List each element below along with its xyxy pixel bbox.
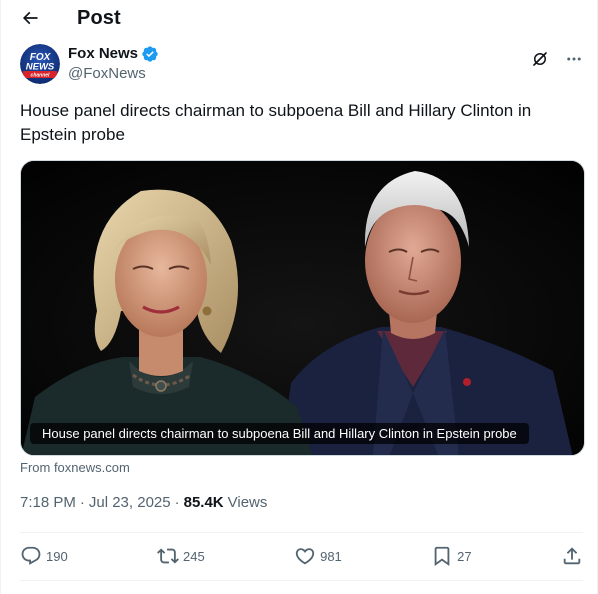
author-handle[interactable]: @FoxNews xyxy=(68,64,159,84)
share-icon xyxy=(563,547,581,565)
meta-separator: · xyxy=(174,494,180,511)
post-date[interactable]: Jul 23, 2025 xyxy=(89,494,171,511)
author-row: FOX NEWS channel Fox News @FoxNews xyxy=(20,44,585,88)
author-actions xyxy=(529,48,585,70)
avatar[interactable]: FOX NEWS channel xyxy=(20,44,60,84)
post-text: House panel directs chairman to subpoena… xyxy=(20,101,532,144)
views-count: 85.4K xyxy=(183,494,224,511)
back-button[interactable] xyxy=(13,1,47,35)
arrow-left-icon xyxy=(22,11,38,25)
views-label: Views xyxy=(227,494,268,511)
bookmark-count: 27 xyxy=(457,548,472,564)
author-display-name[interactable]: Fox News xyxy=(68,44,159,64)
fox-news-logo: FOX NEWS channel xyxy=(20,44,60,84)
engagement-bar: 190 245 981 27 xyxy=(20,540,583,572)
share-button[interactable] xyxy=(561,545,583,567)
repost-count: 245 xyxy=(183,548,205,564)
top-bar: Post xyxy=(1,0,597,36)
like-button[interactable]: 981 xyxy=(294,545,342,567)
reply-button[interactable]: 190 xyxy=(20,545,68,567)
card-source-link[interactable]: From foxnews.com xyxy=(20,460,130,475)
meta-separator: · xyxy=(79,494,85,511)
post-meta: 7:18 PM · Jul 23, 2025 · 85.4K Views xyxy=(20,494,267,511)
link-card[interactable]: House panel directs chairman to subpoena… xyxy=(20,160,585,456)
page-title: Post xyxy=(77,6,121,29)
repost-icon xyxy=(157,548,179,564)
verified-badge-icon[interactable] xyxy=(141,45,159,63)
grok-icon[interactable] xyxy=(529,48,551,70)
divider xyxy=(20,580,583,581)
logo-text-news: NEWS xyxy=(26,62,55,73)
like-count: 981 xyxy=(320,548,342,564)
bookmark-button[interactable]: 27 xyxy=(431,545,472,567)
author-names: Fox News @FoxNews xyxy=(68,44,159,84)
post-page: Post FOX NEWS channel Fox News @FoxNews … xyxy=(0,0,598,594)
reply-count: 190 xyxy=(46,548,68,564)
more-options-icon[interactable] xyxy=(563,48,585,70)
logo-text-channel: channel xyxy=(31,73,51,79)
bookmark-icon xyxy=(434,546,450,567)
heart-icon xyxy=(295,548,315,565)
news-photo xyxy=(21,161,584,455)
author-name-text: Fox News xyxy=(68,45,139,62)
post-time[interactable]: 7:18 PM xyxy=(20,494,76,511)
repost-button[interactable]: 245 xyxy=(157,545,205,567)
card-caption: House panel directs chairman to subpoena… xyxy=(30,423,529,444)
divider xyxy=(20,532,583,533)
reply-icon xyxy=(21,546,41,565)
